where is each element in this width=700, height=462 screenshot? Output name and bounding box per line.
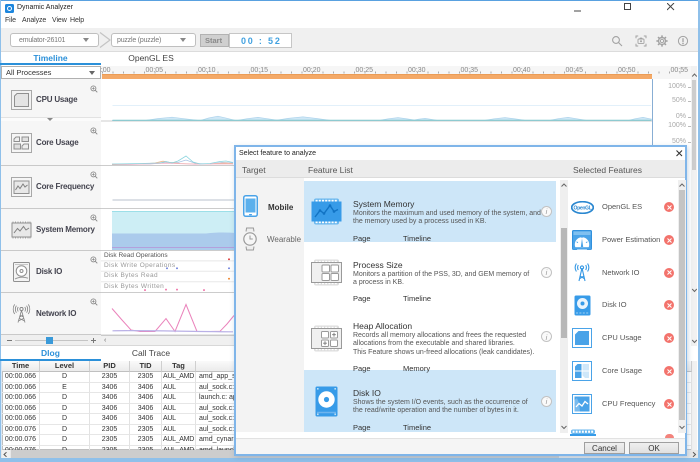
svg-text:OpenGL: OpenGL bbox=[574, 206, 592, 212]
